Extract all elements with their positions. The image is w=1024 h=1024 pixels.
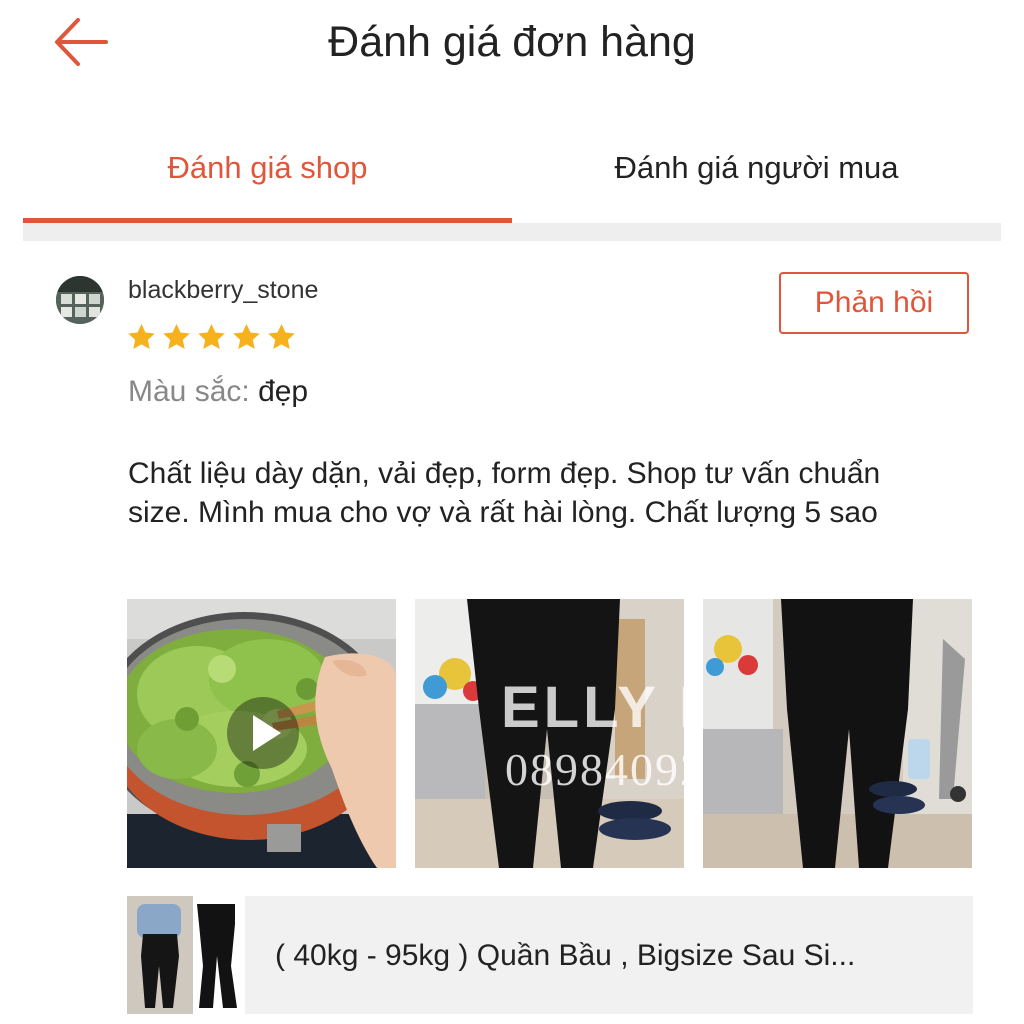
- star-icon: [268, 323, 295, 349]
- page-title: Đánh giá đơn hàng: [328, 18, 696, 66]
- product-attribute: Màu sắc: đẹp: [128, 374, 308, 410]
- star-icon: [198, 323, 225, 349]
- review-text: Chất liệu dày dặn, vải đẹp, form đẹp. Sh…: [128, 457, 881, 529]
- rating-stars: [126, 322, 297, 356]
- attribute-label: Màu sắc:: [128, 375, 250, 408]
- attribute-value: đẹp: [258, 375, 309, 408]
- watermark-brand: ELLY MAMI: [501, 675, 684, 740]
- avatar[interactable]: [56, 276, 104, 324]
- product-name: ( 40kg - 95kg ) Quần Bầu , Bigsize Sau S…: [275, 939, 856, 972]
- section-divider: [23, 223, 1001, 241]
- tab-shop-review[interactable]: Đánh giá shop: [23, 140, 512, 196]
- watermark-phone: 0898409247: [505, 744, 684, 795]
- review-video-thumbnail[interactable]: [127, 599, 396, 868]
- star-icon: [128, 323, 155, 349]
- product-thumbnail[interactable]: [127, 896, 245, 1014]
- reply-button[interactable]: Phản hồi: [779, 272, 969, 334]
- star-icon: [163, 323, 190, 349]
- review-image[interactable]: [703, 599, 972, 868]
- tab-buyer-review[interactable]: Đánh giá người mua: [512, 140, 1001, 196]
- star-icon: [233, 323, 260, 349]
- review-image[interactable]: ELLY MAMI 0898409247: [415, 599, 684, 868]
- reviewer-username: blackberry_stone: [128, 276, 319, 304]
